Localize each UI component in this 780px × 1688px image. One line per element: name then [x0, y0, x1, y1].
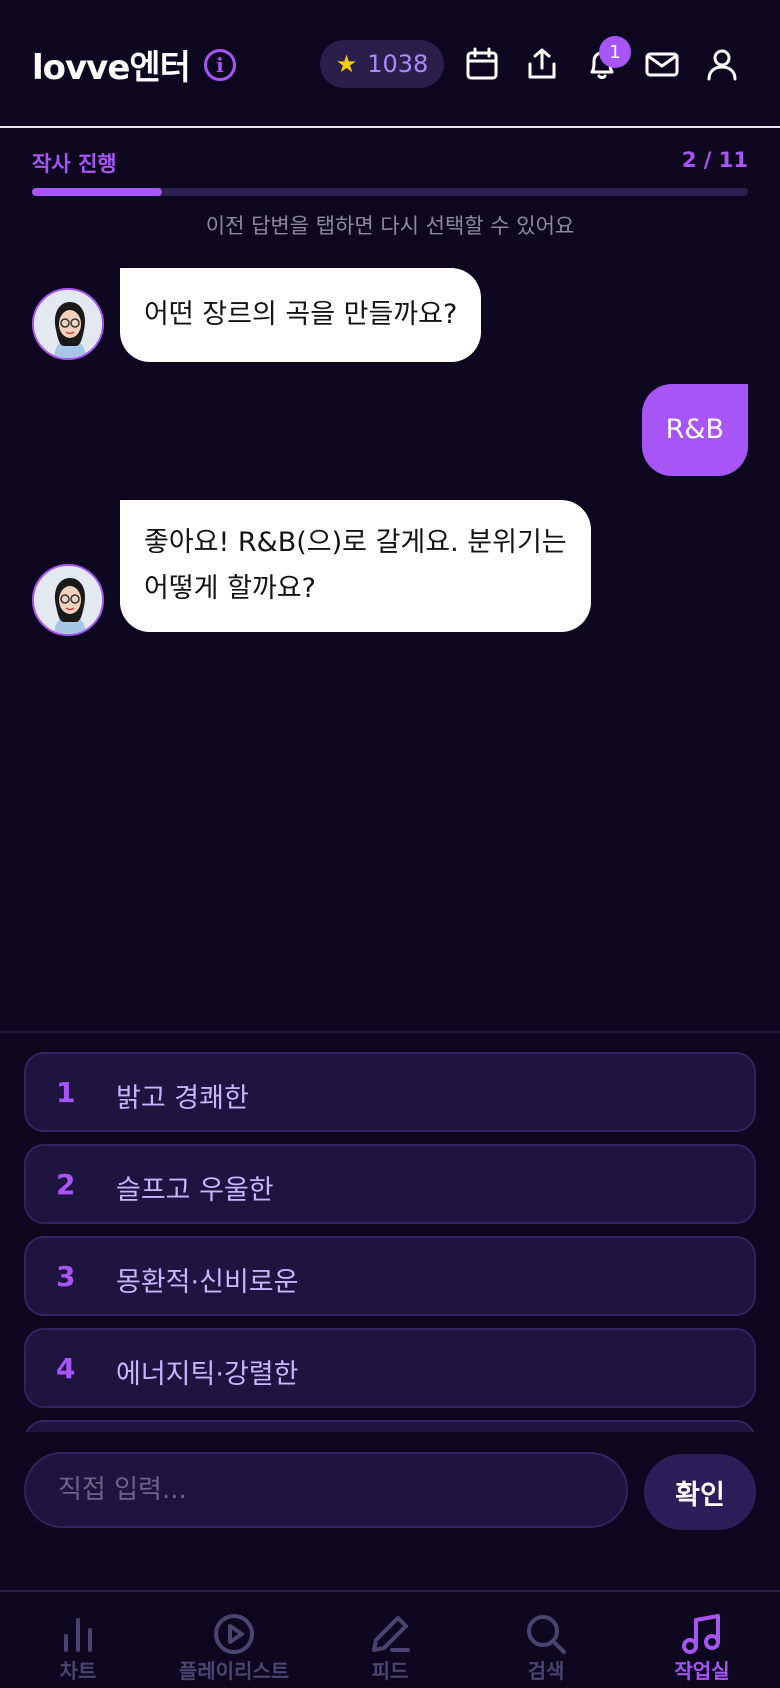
progress-label: 작사 진행 [32, 152, 117, 176]
message-text: R&B [665, 414, 724, 445]
chat-bubble-bot: 좋아요! R&B(으)로 갈게요. 분위기는 어떻게 할까요? [120, 500, 591, 632]
share-icon[interactable] [518, 40, 566, 88]
progress-count: 2 / 11 [681, 148, 748, 172]
nav-label: 차트 [59, 1659, 97, 1683]
notification-badge: 1 [599, 36, 631, 68]
mail-icon[interactable] [638, 40, 686, 88]
option-label: 밝고 경쾌한 [116, 1083, 249, 1114]
nav-label: 피드 [371, 1659, 409, 1683]
progress-hint: 이전 답변을 탭하면 다시 선택할 수 있어요 [205, 214, 575, 238]
info-icon[interactable]: i [203, 48, 236, 81]
calendar-icon[interactable] [458, 40, 506, 88]
progress-bar-fill [32, 188, 163, 196]
progress-bar [32, 188, 748, 196]
profile-icon[interactable] [698, 40, 746, 88]
option-index: 2 [56, 1168, 76, 1201]
nav-item-studio[interactable]: 작업실 [624, 1592, 780, 1688]
brand-title: lovve엔터 [32, 48, 191, 88]
nav-item-chart[interactable]: 차트 [0, 1592, 156, 1688]
mood-options-list[interactable]: 1 밝고 경쾌한 2 슬프고 우울한 3 몽환적·신비로운 4 에너지틱·강렬한 [24, 1052, 756, 1432]
chart-icon [64, 1618, 92, 1652]
music-note-icon [682, 1614, 720, 1654]
brand: lovve엔터 i [32, 40, 236, 89]
pen-icon [372, 1616, 410, 1652]
nav-label: 작업실 [674, 1659, 730, 1683]
option-index: 4 [56, 1352, 76, 1385]
app-header: lovve엔터 i ★ 1038 1 [0, 0, 780, 128]
search-icon [527, 1615, 566, 1654]
message-text: 어떤 장르의 곡을 만들까요? [144, 299, 458, 330]
nav-item-playlist[interactable]: 플레이리스트 [156, 1592, 312, 1688]
nav-label: 검색 [527, 1659, 565, 1683]
star-icon: ★ [335, 50, 358, 78]
option-index: 3 [56, 1260, 76, 1293]
option-label: 몽환적·신비로운 [116, 1267, 299, 1298]
option-item[interactable]: 1 밝고 경쾌한 [24, 1052, 756, 1132]
play-circle-icon [214, 1614, 254, 1654]
bottom-nav: 차트 플레이리스트 피드 검색 작업실 [0, 1590, 780, 1688]
option-item-partial[interactable] [24, 1420, 756, 1432]
points-value: 1038 [367, 50, 429, 78]
nav-item-feed[interactable]: 피드 [312, 1592, 468, 1688]
divider [0, 1031, 780, 1033]
option-label: 슬프고 우울한 [116, 1175, 274, 1206]
option-item[interactable]: 3 몽환적·신비로운 [24, 1236, 756, 1316]
assistant-avatar [32, 288, 104, 360]
option-index: 1 [56, 1076, 76, 1109]
option-item[interactable]: 4 에너지틱·강렬한 [24, 1328, 756, 1408]
nav-label: 플레이리스트 [178, 1659, 290, 1683]
chat-bubble-user[interactable]: R&B [641, 384, 748, 476]
option-label: 에너지틱·강렬한 [116, 1359, 299, 1390]
assistant-avatar [32, 564, 104, 636]
confirm-button[interactable]: 확인 [644, 1454, 756, 1530]
option-item[interactable]: 2 슬프고 우울한 [24, 1144, 756, 1224]
message-line: 어떻게 할까요? [144, 573, 316, 604]
points-badge[interactable]: ★ 1038 [320, 40, 444, 88]
nav-item-search[interactable]: 검색 [468, 1592, 624, 1688]
custom-input[interactable] [24, 1452, 628, 1528]
message-line: 좋아요! R&B(으)로 갈게요. 분위기는 [144, 527, 567, 558]
chat-bubble-bot: 어떤 장르의 곡을 만들까요? [120, 268, 482, 362]
